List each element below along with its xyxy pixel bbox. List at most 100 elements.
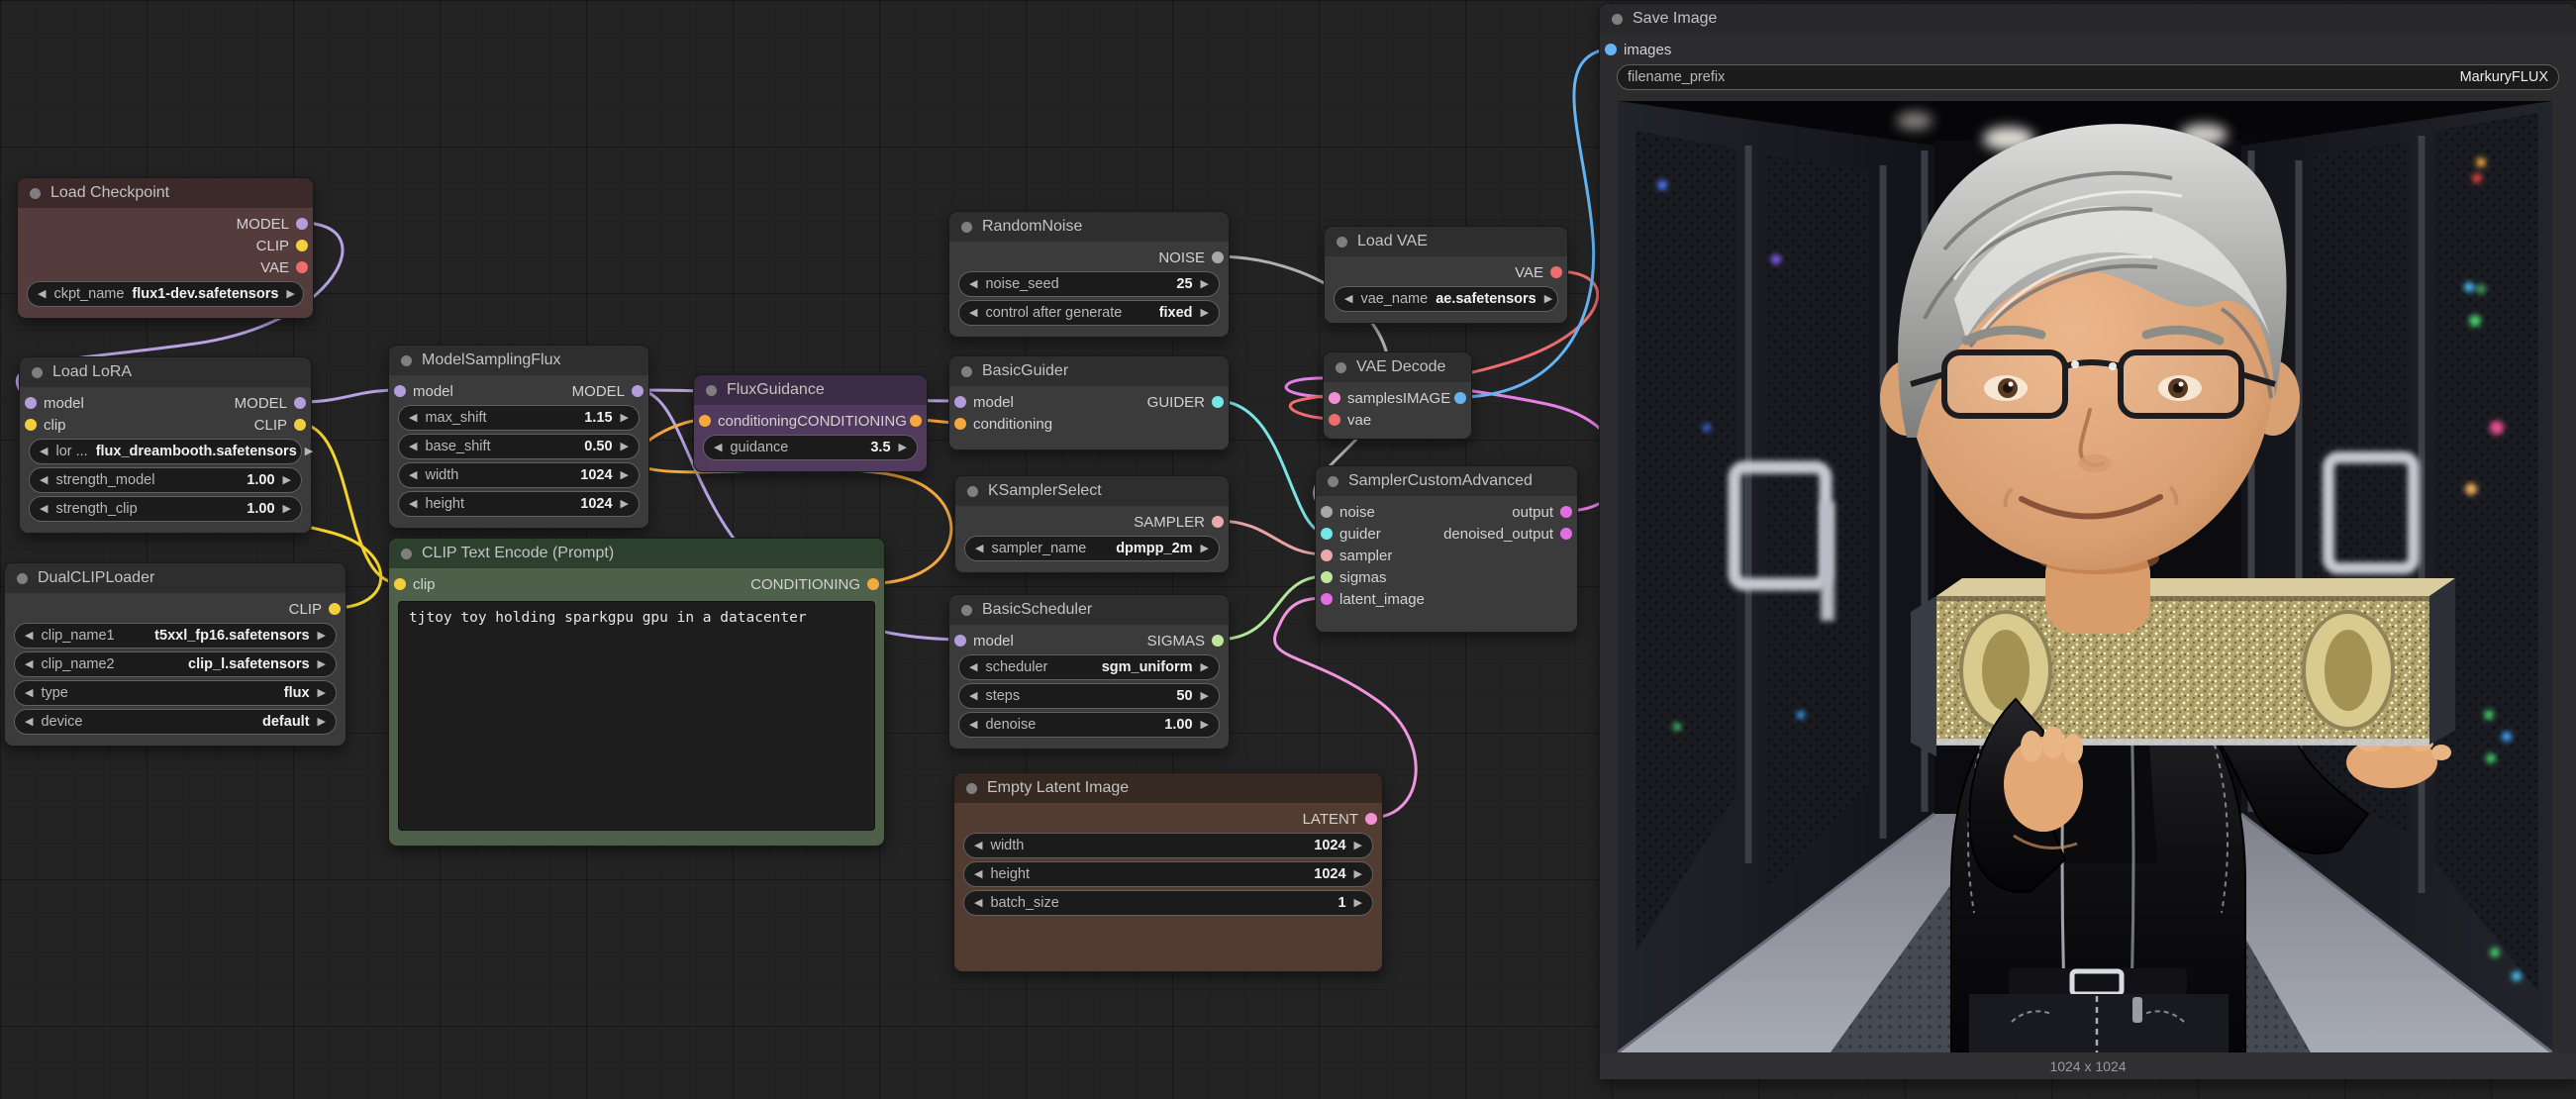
decrement-arrow-icon[interactable]: ◀ — [974, 841, 982, 851]
increment-arrow-icon[interactable]: ▶ — [621, 499, 629, 510]
widget-batch-size[interactable]: ◀ batch_size 1 ▶ — [963, 890, 1373, 916]
output-port-model[interactable] — [296, 218, 308, 230]
node-load-checkpoint[interactable]: Load Checkpoint MODEL CLIP VAE ◀ ckpt_na… — [17, 177, 314, 319]
node-header[interactable]: RandomNoise — [949, 212, 1229, 242]
increment-arrow-icon[interactable]: ▶ — [318, 688, 326, 699]
output-port-latent[interactable] — [1365, 813, 1377, 825]
node-dual-clip-loader[interactable]: DualCLIPLoader CLIP ◀ clip_name1 t5xxl_f… — [4, 562, 347, 747]
increment-arrow-icon[interactable]: ▶ — [1354, 898, 1362, 909]
input-port-clip[interactable] — [394, 578, 406, 590]
increment-arrow-icon[interactable]: ▶ — [1201, 720, 1209, 731]
decrement-arrow-icon[interactable]: ◀ — [40, 504, 48, 515]
widget-height[interactable]: ◀ height 1024 ▶ — [963, 861, 1373, 887]
widget-filename-prefix[interactable]: filename_prefix MarkuryFLUX — [1617, 64, 2559, 90]
node-header[interactable]: Load LoRA — [20, 357, 311, 387]
decrement-arrow-icon[interactable]: ◀ — [969, 691, 977, 702]
node-graph-canvas[interactable]: { "canvas": {"background": "#232324"}, "… — [0, 0, 2576, 1099]
increment-arrow-icon[interactable]: ▶ — [305, 447, 313, 457]
output-port-vae[interactable] — [296, 261, 308, 273]
input-port-conditioning[interactable] — [699, 415, 711, 427]
output-port-clip[interactable] — [296, 240, 308, 251]
collapse-dot-icon[interactable] — [961, 605, 972, 616]
node-header[interactable]: BasicGuider — [949, 356, 1229, 386]
node-header[interactable]: Save Image — [1600, 4, 2576, 34]
input-port-sampler[interactable] — [1321, 550, 1333, 561]
increment-arrow-icon[interactable]: ▶ — [1201, 308, 1209, 319]
increment-arrow-icon[interactable]: ▶ — [621, 413, 629, 424]
widget-clip-name2[interactable]: ◀ clip_name2 clip_l.safetensors ▶ — [14, 651, 337, 677]
increment-arrow-icon[interactable]: ▶ — [286, 289, 294, 300]
decrement-arrow-icon[interactable]: ◀ — [975, 544, 983, 554]
widget-width[interactable]: ◀ width 1024 ▶ — [963, 833, 1373, 858]
output-port-denoised-output[interactable] — [1560, 528, 1572, 540]
increment-arrow-icon[interactable]: ▶ — [621, 470, 629, 481]
node-model-sampling-flux[interactable]: ModelSamplingFlux model MODEL ◀ max_shif… — [388, 345, 649, 529]
widget-max-shift[interactable]: ◀ max_shift 1.15 ▶ — [398, 405, 640, 431]
widget-denoise[interactable]: ◀ denoise 1.00 ▶ — [958, 712, 1220, 738]
widget-type[interactable]: ◀ type flux ▶ — [14, 680, 337, 706]
decrement-arrow-icon[interactable]: ◀ — [38, 289, 46, 300]
widget-device[interactable]: ◀ device default ▶ — [14, 709, 337, 735]
widget-guidance[interactable]: ◀ guidance 3.5 ▶ — [703, 435, 918, 460]
input-port-model[interactable] — [394, 385, 406, 397]
input-port-model[interactable] — [954, 396, 966, 408]
node-vae-decode[interactable]: VAE Decode samples IMAGE vae — [1323, 351, 1472, 440]
increment-arrow-icon[interactable]: ▶ — [1544, 294, 1552, 305]
decrement-arrow-icon[interactable]: ◀ — [409, 499, 417, 510]
decrement-arrow-icon[interactable]: ◀ — [969, 662, 977, 673]
collapse-dot-icon[interactable] — [17, 573, 28, 584]
decrement-arrow-icon[interactable]: ◀ — [969, 720, 977, 731]
output-port-clip[interactable] — [329, 603, 341, 615]
increment-arrow-icon[interactable]: ▶ — [1354, 841, 1362, 851]
input-port-sigmas[interactable] — [1321, 571, 1333, 583]
widget-sampler-name[interactable]: ◀ sampler_name dpmpp_2m ▶ — [964, 536, 1220, 561]
increment-arrow-icon[interactable]: ▶ — [318, 631, 326, 642]
output-port-sigmas[interactable] — [1212, 635, 1224, 647]
collapse-dot-icon[interactable] — [1337, 237, 1347, 248]
widget-control-after-generate[interactable]: ◀ control after generate fixed ▶ — [958, 300, 1220, 326]
increment-arrow-icon[interactable]: ▶ — [1201, 544, 1209, 554]
input-port-model[interactable] — [25, 397, 37, 409]
input-port-samples[interactable] — [1329, 392, 1340, 404]
decrement-arrow-icon[interactable]: ◀ — [40, 447, 48, 457]
node-flux-guidance[interactable]: FluxGuidance conditioning CONDITIONING ◀… — [693, 374, 928, 472]
input-port-images[interactable] — [1605, 44, 1617, 55]
decrement-arrow-icon[interactable]: ◀ — [969, 279, 977, 290]
collapse-dot-icon[interactable] — [966, 783, 977, 794]
widget-base-shift[interactable]: ◀ base_shift 0.50 ▶ — [398, 434, 640, 459]
input-port-vae[interactable] — [1329, 414, 1340, 426]
decrement-arrow-icon[interactable]: ◀ — [409, 413, 417, 424]
widget-strength-model[interactable]: ◀ strength_model 1.00 ▶ — [29, 467, 302, 493]
node-basic-guider[interactable]: BasicGuider model GUIDER conditioning — [948, 355, 1230, 450]
increment-arrow-icon[interactable]: ▶ — [283, 475, 291, 486]
decrement-arrow-icon[interactable]: ◀ — [714, 443, 722, 453]
node-empty-latent-image[interactable]: Empty Latent Image LATENT ◀ width 1024 ▶… — [953, 772, 1383, 972]
collapse-dot-icon[interactable] — [1612, 14, 1623, 25]
widget-width[interactable]: ◀ width 1024 ▶ — [398, 462, 640, 488]
widget-clip-name1[interactable]: ◀ clip_name1 t5xxl_fp16.safetensors ▶ — [14, 623, 337, 649]
increment-arrow-icon[interactable]: ▶ — [1354, 869, 1362, 880]
decrement-arrow-icon[interactable]: ◀ — [25, 631, 33, 642]
widget-scheduler[interactable]: ◀ scheduler sgm_uniform ▶ — [958, 654, 1220, 680]
collapse-dot-icon[interactable] — [961, 222, 972, 233]
collapse-dot-icon[interactable] — [1328, 476, 1338, 487]
node-header[interactable]: FluxGuidance — [694, 375, 927, 405]
increment-arrow-icon[interactable]: ▶ — [318, 717, 326, 728]
node-random-noise[interactable]: RandomNoise NOISE ◀ noise_seed 25 ▶ ◀ co… — [948, 211, 1230, 338]
prompt-textarea[interactable]: tjtoy toy holding sparkgpu gpu in a data… — [398, 601, 875, 831]
node-clip-text-encode[interactable]: CLIP Text Encode (Prompt) clip CONDITION… — [388, 538, 885, 847]
output-port-vae[interactable] — [1550, 266, 1562, 278]
node-header[interactable]: DualCLIPLoader — [5, 563, 346, 593]
output-port-guider[interactable] — [1212, 396, 1224, 408]
output-port-conditioning[interactable] — [867, 578, 879, 590]
increment-arrow-icon[interactable]: ▶ — [1201, 279, 1209, 290]
collapse-dot-icon[interactable] — [401, 355, 412, 366]
decrement-arrow-icon[interactable]: ◀ — [409, 442, 417, 452]
output-port-output[interactable] — [1560, 506, 1572, 518]
output-port-model[interactable] — [294, 397, 306, 409]
input-port-noise[interactable] — [1321, 506, 1333, 518]
widget-strength-clip[interactable]: ◀ strength_clip 1.00 ▶ — [29, 496, 302, 522]
input-port-conditioning[interactable] — [954, 418, 966, 430]
widget-noise-seed[interactable]: ◀ noise_seed 25 ▶ — [958, 271, 1220, 297]
increment-arrow-icon[interactable]: ▶ — [621, 442, 629, 452]
